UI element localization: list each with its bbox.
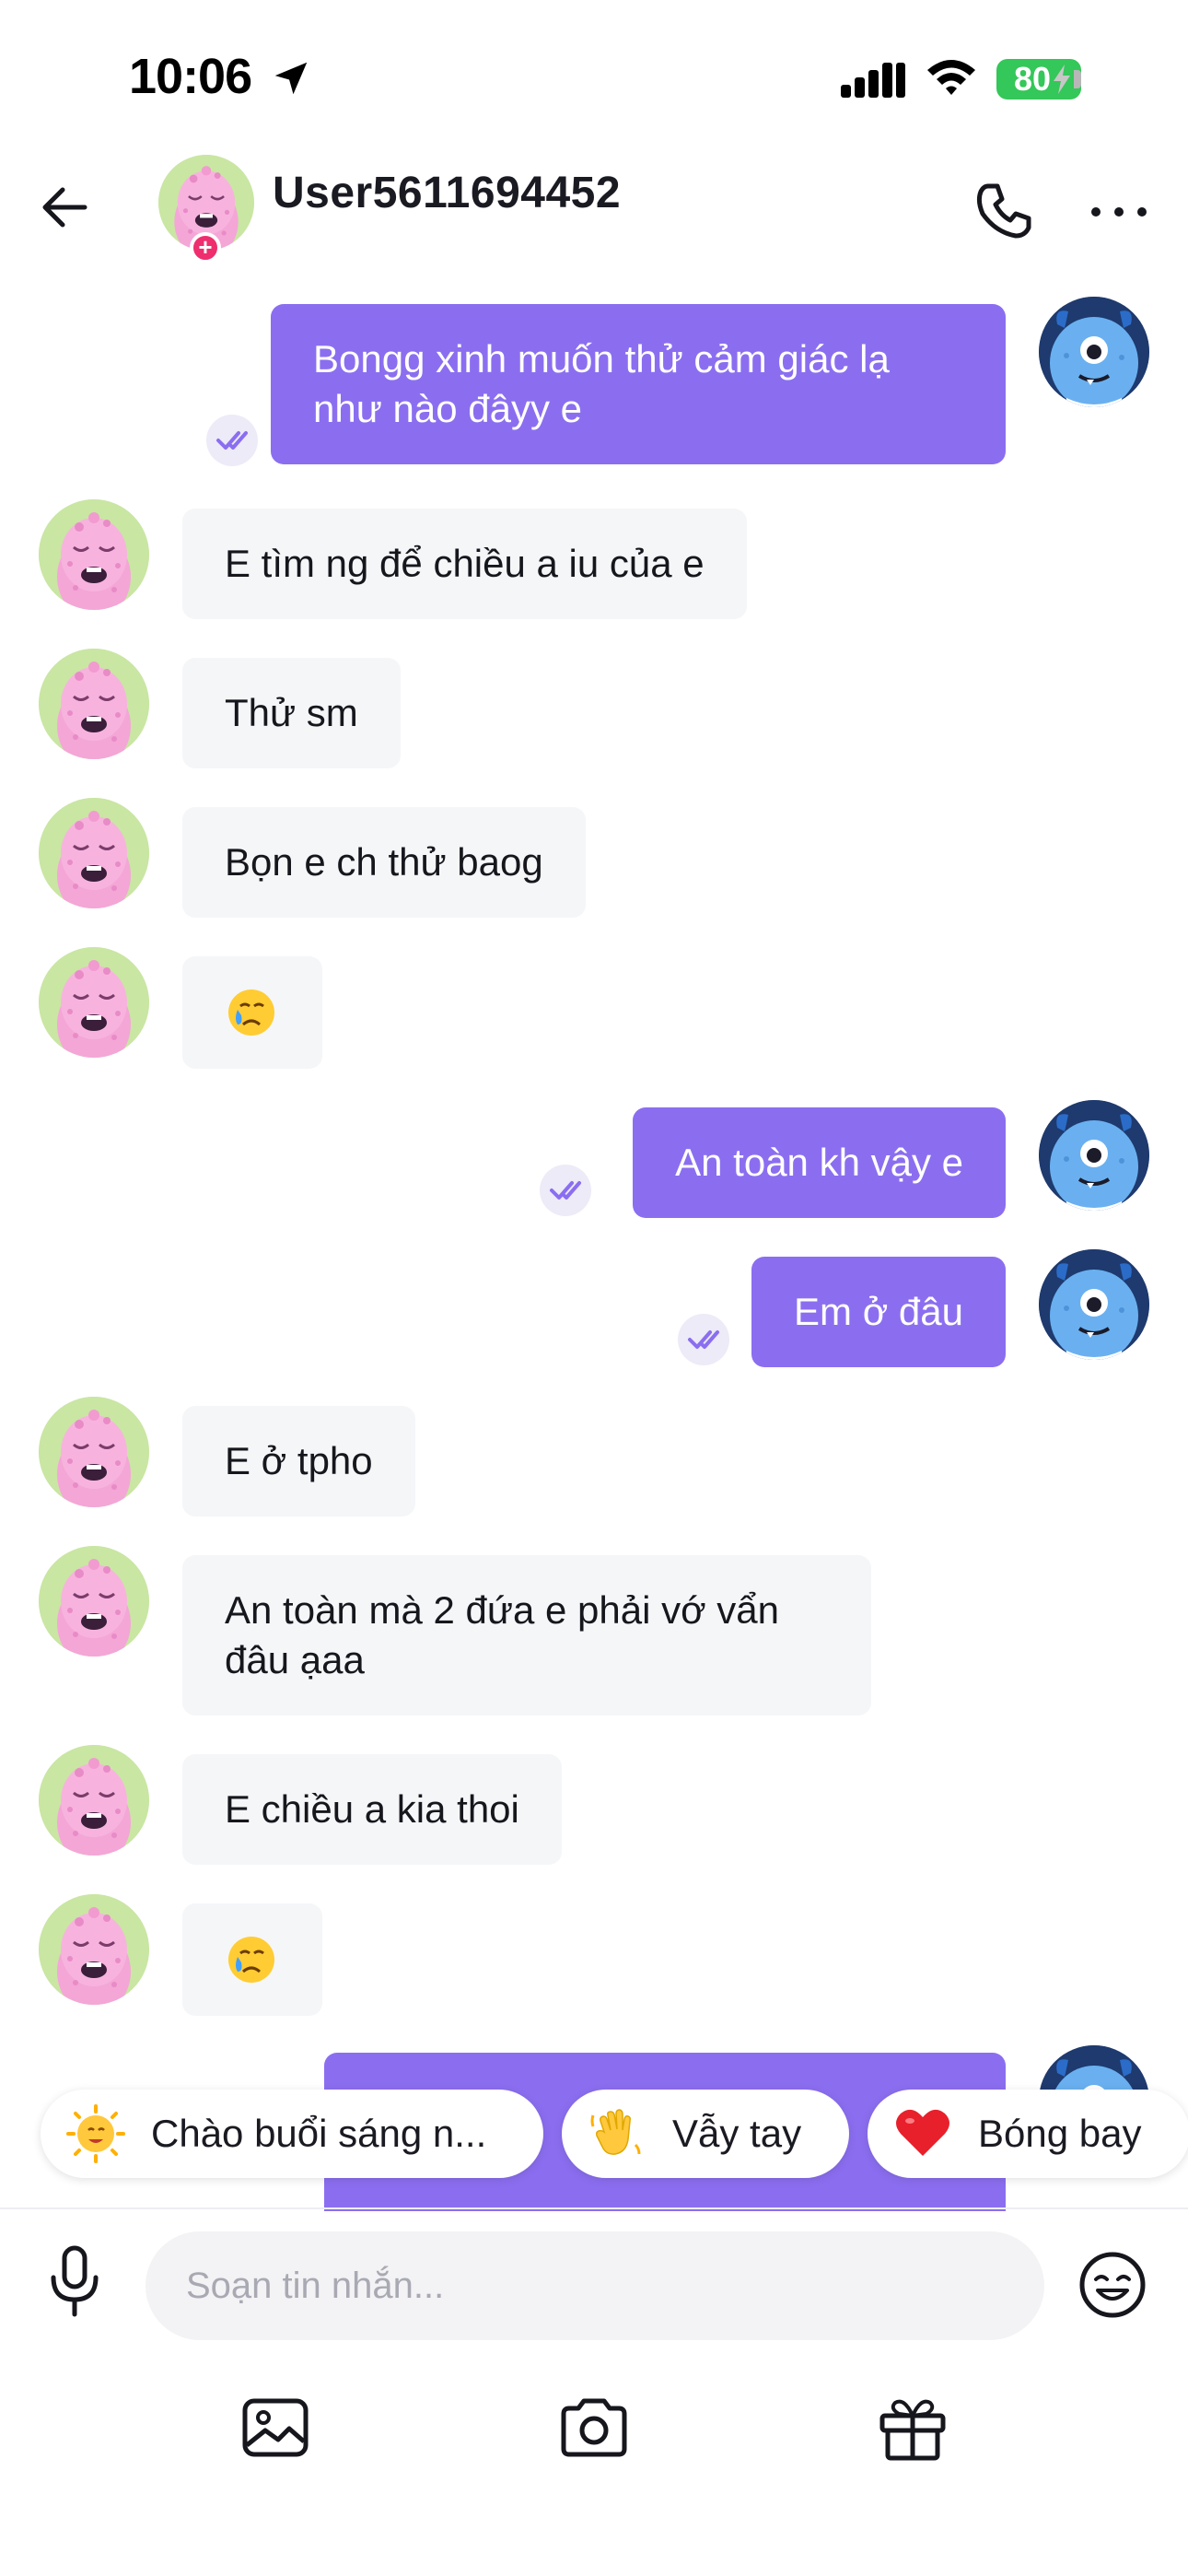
wifi-icon bbox=[927, 60, 975, 95]
message-input[interactable] bbox=[146, 2231, 1044, 2340]
message-bubble[interactable]: E ở tpho bbox=[182, 1406, 415, 1516]
message-bubble[interactable] bbox=[182, 956, 322, 1069]
message-list[interactable]: Bongg xinh muốn thử cảm giác lạ như nào … bbox=[0, 267, 1188, 2211]
charging-bolt-icon bbox=[1054, 64, 1070, 94]
message-bubble[interactable]: An toàn kh vậy e bbox=[633, 1107, 1006, 1218]
my-avatar[interactable] bbox=[1039, 1100, 1149, 1211]
battery-tip bbox=[1074, 70, 1081, 88]
quick-reply-chip[interactable]: Vẫy tay bbox=[562, 2090, 849, 2178]
crying-face-icon bbox=[227, 1935, 276, 1985]
message-bubble[interactable]: Bongg xinh muốn thử cảm giác lạ như nào … bbox=[271, 304, 1006, 464]
contact-avatar[interactable] bbox=[39, 499, 149, 610]
message-bubble[interactable]: Bọn e ch thử baog bbox=[182, 807, 586, 918]
contact-name[interactable]: User5611694452 bbox=[273, 168, 621, 218]
read-receipt-icon bbox=[678, 1314, 729, 1365]
contact-avatar[interactable] bbox=[39, 1397, 149, 1507]
message-bubble[interactable]: E tìm ng để chiều a iu của e bbox=[182, 509, 747, 619]
status-bar: 10:06 80 bbox=[0, 0, 1188, 147]
phone-call-icon[interactable] bbox=[972, 179, 1036, 243]
message-bubble[interactable] bbox=[182, 1903, 322, 2016]
more-options-icon[interactable] bbox=[1087, 193, 1151, 230]
quick-reply-label: Chào buổi sáng n... bbox=[151, 2112, 487, 2155]
message-bubble[interactable]: An toàn mà 2 đứa e phải vớ vẩn đâu ạaa bbox=[182, 1555, 871, 1715]
location-arrow-icon bbox=[274, 62, 308, 95]
chat-header: + User5611694452 bbox=[0, 147, 1188, 276]
quick-reply-chip[interactable]: Bóng bay bbox=[868, 2090, 1188, 2178]
cellular-signal-icon bbox=[841, 63, 905, 98]
contact-avatar[interactable] bbox=[39, 1894, 149, 2005]
emoji-picker-icon[interactable] bbox=[1077, 2250, 1147, 2320]
image-icon[interactable] bbox=[239, 2392, 311, 2464]
contact-avatar[interactable] bbox=[39, 798, 149, 908]
attachment-toolbar bbox=[0, 2359, 1188, 2497]
read-receipt-icon bbox=[540, 1165, 591, 1216]
contact-avatar[interactable] bbox=[39, 1745, 149, 1856]
status-time: 10:06 bbox=[129, 49, 252, 104]
follow-plus-icon[interactable]: + bbox=[190, 232, 221, 263]
back-arrow-icon[interactable] bbox=[37, 175, 101, 240]
sun-face-icon bbox=[66, 2104, 125, 2163]
contact-avatar[interactable] bbox=[39, 947, 149, 1058]
message-bubble[interactable]: Em ở đâu bbox=[751, 1257, 1006, 1367]
gift-icon[interactable] bbox=[877, 2392, 949, 2464]
contact-avatar[interactable] bbox=[39, 1546, 149, 1657]
red-heart-icon bbox=[896, 2109, 949, 2156]
contact-avatar[interactable] bbox=[39, 649, 149, 759]
microphone-icon[interactable] bbox=[44, 2244, 105, 2318]
crying-face-icon bbox=[227, 988, 276, 1037]
my-avatar[interactable] bbox=[1039, 1249, 1149, 1360]
read-receipt-icon bbox=[206, 415, 258, 466]
message-bubble[interactable]: Thử sm bbox=[182, 658, 401, 768]
camera-icon[interactable] bbox=[558, 2392, 630, 2464]
message-bubble[interactable]: E chiều a kia thoi bbox=[182, 1754, 562, 1865]
quick-reply-label: Vẫy tay bbox=[672, 2112, 802, 2155]
waving-hand-icon bbox=[590, 2109, 641, 2155]
my-avatar[interactable] bbox=[1039, 297, 1149, 407]
quick-reply-bar: Chào buổi sáng n... Vẫy tay Bóng bay bbox=[0, 2090, 1188, 2182]
quick-reply-label: Bóng bay bbox=[978, 2112, 1142, 2155]
quick-reply-chip[interactable]: Chào buổi sáng n... bbox=[41, 2090, 543, 2178]
composer-bar bbox=[0, 2207, 1188, 2346]
